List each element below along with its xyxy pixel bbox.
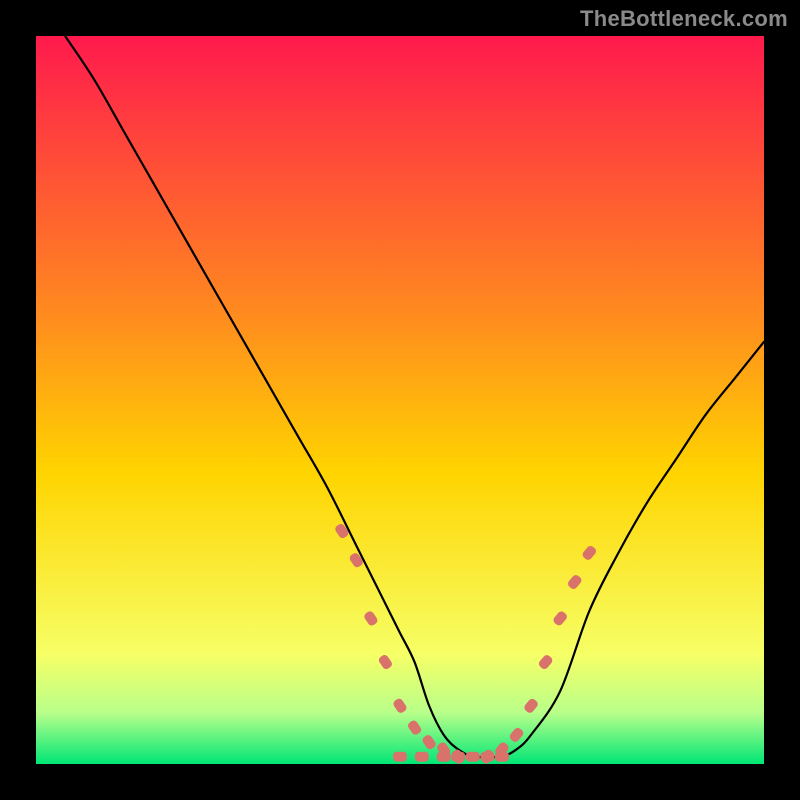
data-dot — [480, 752, 494, 762]
data-dot — [451, 752, 465, 762]
bottleneck-chart — [36, 36, 764, 764]
attribution-text: TheBottleneck.com — [580, 6, 788, 32]
data-dot — [415, 752, 429, 762]
data-dot — [495, 752, 509, 762]
data-dot — [393, 752, 407, 762]
chart-frame — [36, 36, 764, 764]
chart-background — [36, 36, 764, 764]
data-dot — [437, 752, 451, 762]
data-dot — [466, 752, 480, 762]
